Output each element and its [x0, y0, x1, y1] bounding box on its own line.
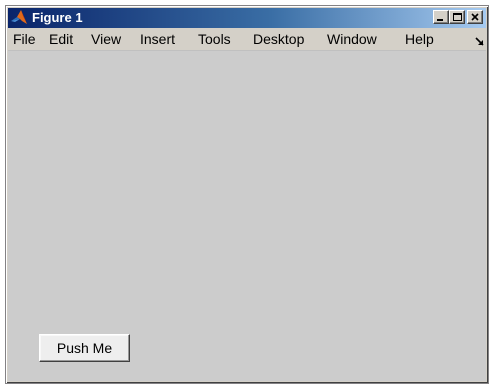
close-button[interactable] [467, 10, 483, 24]
menu-tools[interactable]: Tools [198, 28, 231, 50]
minimize-button[interactable] [433, 10, 449, 24]
figure-canvas: Push Me [8, 51, 486, 381]
title-bar[interactable]: Figure 1 [8, 8, 486, 28]
figure-window: Figure 1 File Edit View Insert Tools Des… [5, 5, 489, 384]
menu-edit[interactable]: Edit [49, 28, 73, 50]
menu-help[interactable]: Help [405, 28, 434, 50]
dock-arrow-icon[interactable] [475, 34, 485, 46]
maximize-icon [453, 13, 462, 21]
menu-file[interactable]: File [13, 28, 36, 50]
menu-view[interactable]: View [91, 28, 121, 50]
menu-bar: File Edit View Insert Tools Desktop Wind… [8, 28, 486, 51]
menu-desktop[interactable]: Desktop [253, 28, 304, 50]
minimize-icon [437, 19, 443, 21]
menu-insert[interactable]: Insert [140, 28, 175, 50]
window-title: Figure 1 [32, 10, 83, 25]
menu-window[interactable]: Window [327, 28, 377, 50]
push-me-button[interactable]: Push Me [39, 334, 130, 362]
matlab-membrane-icon [10, 9, 28, 27]
close-icon [471, 13, 479, 21]
maximize-button[interactable] [449, 10, 465, 24]
